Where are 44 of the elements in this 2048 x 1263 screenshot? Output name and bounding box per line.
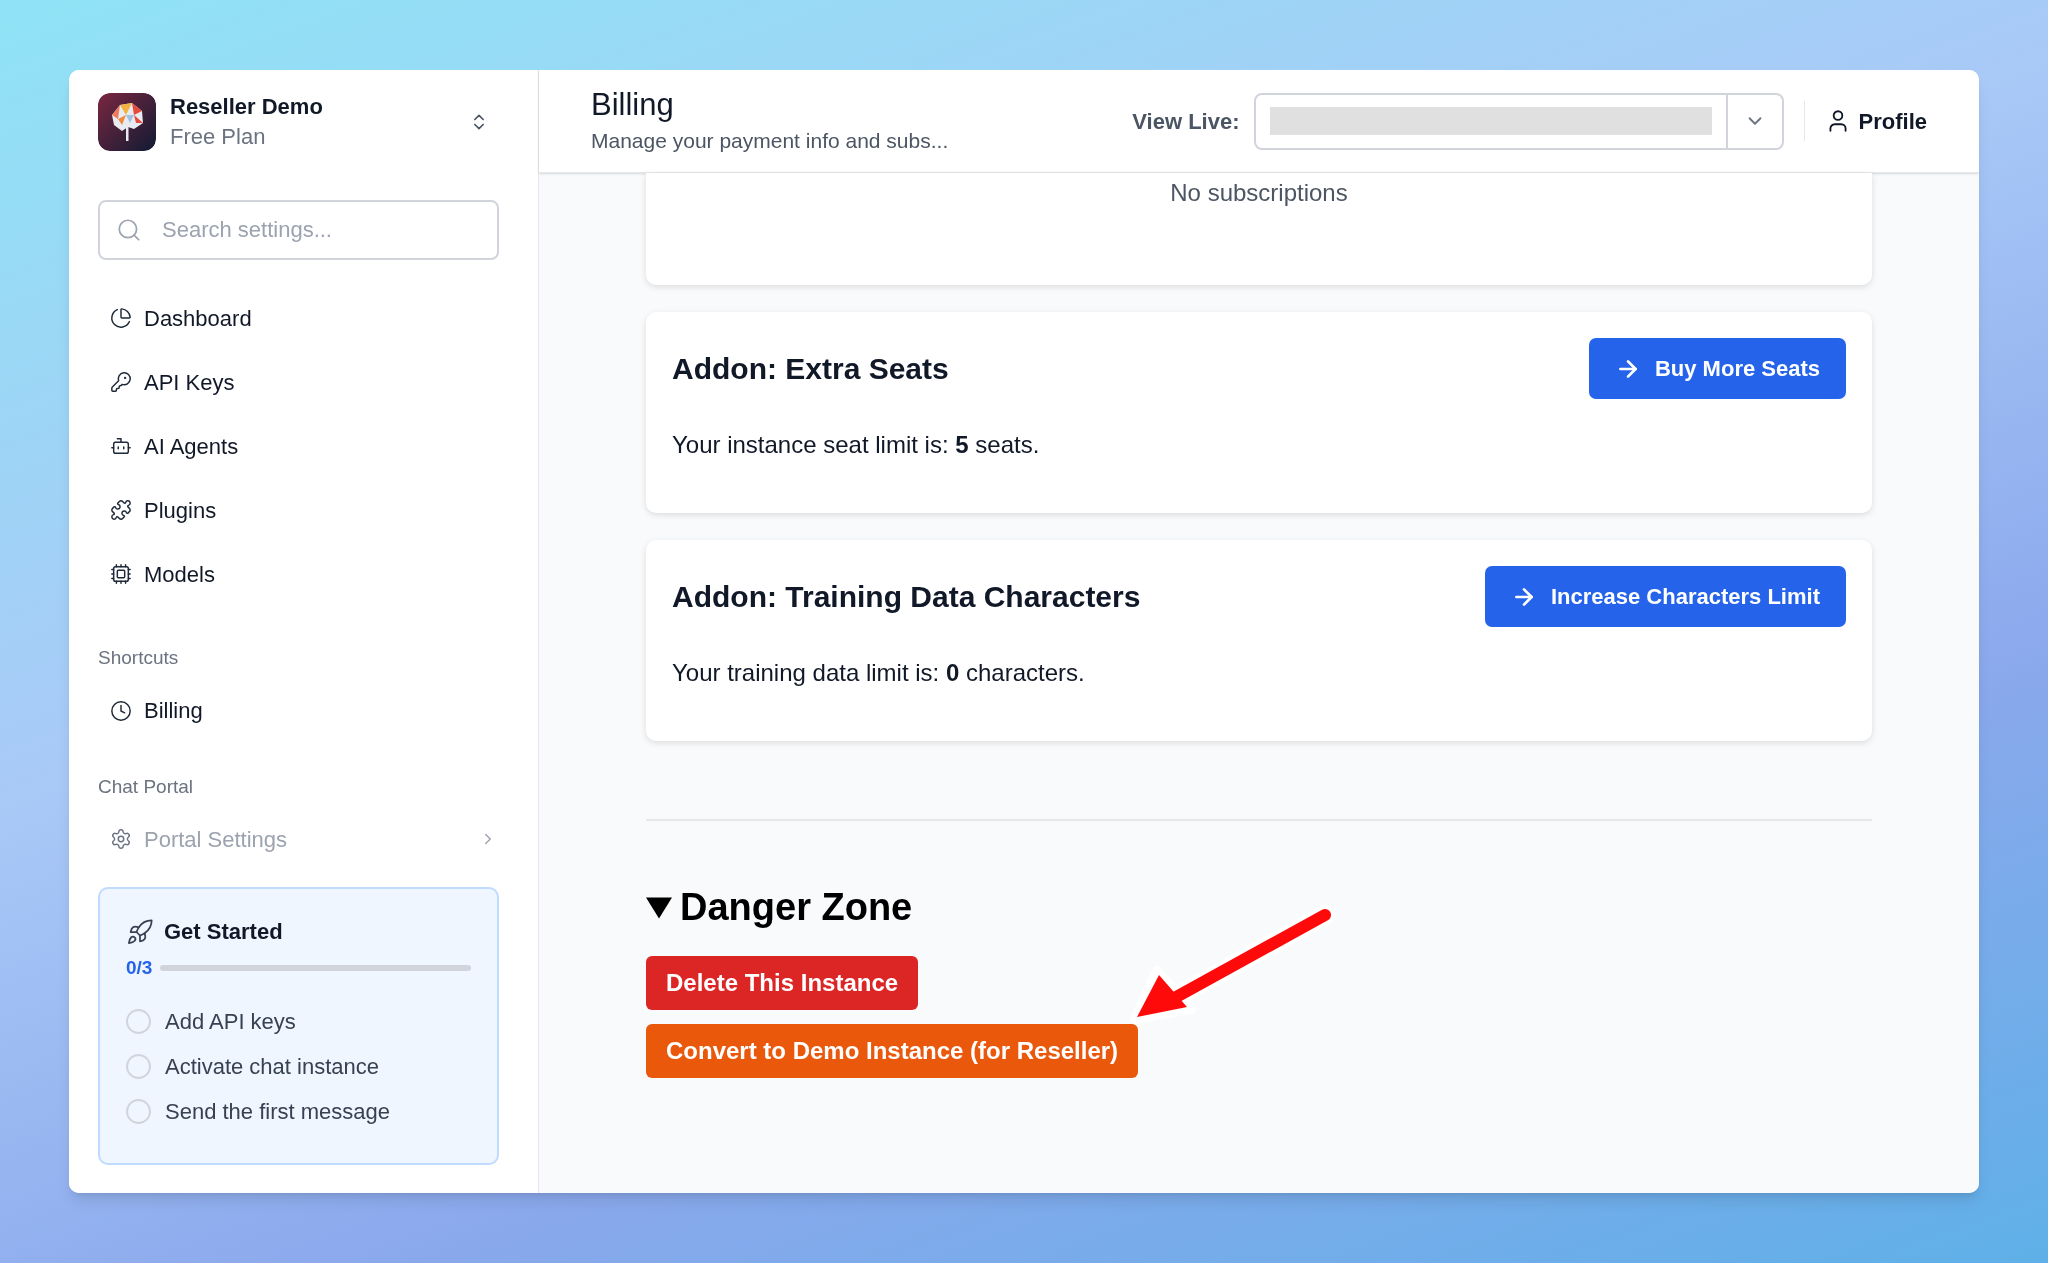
view-live-select[interactable]	[1253, 92, 1784, 150]
step-label: Add API keys	[165, 1007, 296, 1036]
convert-instance-button[interactable]: Convert to Demo Instance (for Reseller)	[646, 1024, 1139, 1078]
empty-state-text: No subscriptions	[1170, 178, 1348, 208]
clock-icon	[110, 699, 132, 722]
robot-icon	[110, 435, 132, 457]
progress-count: 0/3	[126, 956, 153, 980]
delete-instance-button[interactable]: Delete This Instance	[646, 956, 919, 1010]
chip-icon	[110, 563, 132, 585]
plan-label: Free Plan	[170, 123, 267, 151]
nav-item[interactable]: API Keys	[98, 360, 509, 404]
rocket-icon	[126, 917, 154, 946]
section-heading: Chat Portal	[98, 774, 195, 799]
nav-item[interactable]: Billing	[98, 688, 509, 733]
workspace-name: Reseller Demo	[170, 93, 324, 121]
page-title: Billing	[591, 86, 675, 125]
view-live-label: View Live:	[1132, 107, 1240, 136]
puzzle-icon	[110, 499, 132, 521]
search-icon	[116, 217, 142, 243]
step-checkbox[interactable]	[126, 1053, 151, 1079]
step-label: Activate chat instance	[165, 1052, 379, 1081]
addon-description: Your training data limit is: 0 characters.	[672, 658, 1086, 688]
step-label: Send the first message	[165, 1097, 390, 1126]
danger-zone-title: Danger Zone	[680, 885, 913, 930]
search-field[interactable]: Search settings...	[98, 200, 499, 260]
addon-description: Your instance seat limit is: 5 seats.	[672, 430, 1041, 460]
profile-button[interactable]: Profile	[1824, 104, 1927, 138]
addon-button[interactable]: Buy More Seats	[1588, 338, 1846, 399]
pie-chart-icon	[110, 307, 132, 329]
section-heading: Shortcuts	[98, 646, 180, 670]
addon-button[interactable]: Increase Characters Limit	[1484, 566, 1846, 627]
page-subtitle: Manage your payment info and subs...	[591, 128, 950, 155]
addon-title: Addon: Training Data Characters	[672, 579, 1141, 615]
addon-title: Addon: Extra Seats	[672, 351, 949, 387]
key-icon	[110, 371, 132, 393]
nav-item[interactable]: Plugins	[98, 488, 509, 532]
get-started-title: Get Started	[164, 918, 283, 946]
brain-logo-icon	[98, 93, 156, 151]
nav-item[interactable]: AI Agents	[98, 424, 509, 468]
nav-item[interactable]: Models	[98, 552, 509, 596]
step-checkbox[interactable]	[126, 1008, 151, 1034]
settings-icon	[110, 828, 132, 850]
step-checkbox[interactable]	[126, 1098, 151, 1124]
nav-item[interactable]: Dashboard	[98, 296, 509, 340]
